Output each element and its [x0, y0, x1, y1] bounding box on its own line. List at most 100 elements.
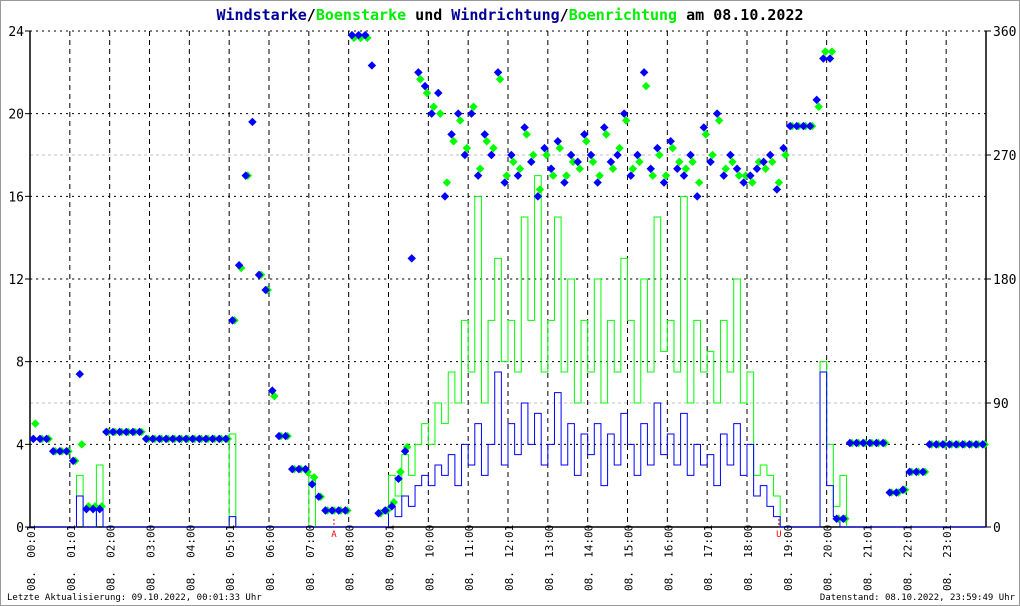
wind-direction-point — [719, 171, 729, 180]
wind-direction-point — [248, 117, 257, 127]
wind-direction-point — [712, 109, 722, 118]
gust-direction-point — [77, 440, 87, 449]
title-part: / — [560, 6, 569, 24]
gust-direction-point — [455, 116, 465, 125]
gust-direction-point — [489, 143, 498, 153]
title-part: und — [406, 6, 451, 24]
gust-direction-point — [396, 467, 405, 477]
gust-direction-point — [767, 157, 777, 167]
left-tick-label: 16 — [8, 190, 24, 205]
wind-chart: 08. 00:01 08. 01:01 08. 02:00 08. 03:00 08. … — [8, 6, 1016, 591]
x-tick-label: 08. 06:00 — [264, 525, 277, 591]
gust-direction-point — [602, 130, 611, 139]
wind-direction-point — [560, 178, 569, 187]
gust-direction-point — [628, 164, 638, 174]
x-tick-label: 08. 03:00 — [145, 525, 158, 591]
x-tick-label: 08. 18:00 — [742, 525, 755, 591]
wind-direction-point — [434, 88, 443, 98]
gust-direction-point — [442, 178, 452, 187]
right-tick-label: 180 — [993, 273, 1016, 288]
title-part: Windstarke — [216, 6, 306, 24]
gust-direction-point — [436, 109, 445, 118]
gust-direction-point — [661, 171, 671, 180]
gust-direction-point — [608, 164, 618, 174]
gust-direction-point — [482, 136, 492, 146]
gust-direction-point — [621, 116, 631, 125]
wind-direction-point — [526, 157, 536, 167]
x-tick-label: 08. 17:01 — [702, 525, 715, 591]
wind-direction-point — [75, 369, 85, 379]
gust-direction-point — [575, 164, 584, 174]
gust-direction-point — [422, 88, 432, 98]
gust-direction-point — [814, 102, 823, 112]
wind-direction-point — [639, 68, 649, 77]
gust-direction-point — [748, 178, 757, 187]
wind-direction-point — [480, 130, 490, 139]
gust-direction-point — [462, 143, 472, 153]
wind-direction-point — [513, 171, 523, 180]
title-part: am 08.10.2022 — [677, 6, 803, 24]
wind-direction-point — [414, 68, 423, 77]
gust-direction-point — [528, 150, 538, 160]
gust-direction-point — [475, 164, 485, 174]
x-tick-label: 08. 02:00 — [105, 525, 118, 591]
gust-direction-point — [701, 130, 711, 139]
title-part: Boenstarke — [316, 6, 406, 24]
wind-direction-point — [812, 95, 821, 105]
x-tick-label: 08. 16:00 — [662, 525, 675, 591]
x-tick-label: 08. 04:00 — [184, 525, 197, 591]
wind-direction-point — [440, 192, 450, 201]
last-update-text: Letzte Aktualisierung: 09.10.2022, 00:01… — [7, 593, 262, 603]
gust-direction-point — [681, 164, 691, 174]
title-part: / — [307, 6, 316, 24]
x-tick-label: 08. 22:01 — [901, 525, 914, 591]
title-part: Boenrichtung — [569, 6, 677, 24]
x-tick-label: 08. 13:00 — [543, 525, 556, 591]
x-tick-label: 08. 00:01 — [25, 525, 38, 591]
wind-direction-point — [520, 123, 529, 132]
gust-direction-point — [502, 171, 511, 180]
gust-direction-point — [449, 136, 458, 146]
wind-direction-point — [633, 150, 642, 160]
gust-direction-point — [675, 157, 684, 167]
left-tick-label: 0 — [16, 521, 24, 536]
x-tick-label: 08. 10:00 — [423, 525, 436, 591]
wind-direction-point — [487, 150, 496, 160]
gust-direction-point — [548, 171, 558, 180]
wind-direction-point — [752, 164, 762, 174]
gust-direction-point — [728, 157, 737, 167]
gust-direction-point — [31, 419, 40, 428]
gust-direction-point — [615, 143, 624, 153]
gust-direction-point — [694, 178, 704, 187]
x-tick-label: 08. 20:00 — [822, 525, 835, 591]
sun-marker-label: A — [331, 530, 337, 540]
left-tick-label: 8 — [16, 356, 24, 371]
wind-direction-point — [759, 157, 768, 167]
wind-direction-point — [686, 150, 695, 160]
x-tick-label: 08. 01:01 — [65, 525, 78, 591]
wind-direction-point — [772, 185, 782, 194]
gust-direction-point — [761, 164, 770, 174]
wind-direction-point — [447, 130, 456, 139]
gust-direction-point — [708, 150, 717, 160]
wind-direction-point — [453, 109, 463, 118]
wind-direction-point — [673, 164, 682, 174]
x-tick-label: 08. 12:01 — [503, 525, 516, 591]
wind-direction-point — [566, 150, 576, 160]
wind-direction-point — [653, 143, 662, 153]
axis-labels: 08. 00:01 08. 01:01 08. 02:00 08. 03:00 08. … — [8, 25, 1016, 591]
title-part: Windrichtung — [451, 6, 559, 24]
gust-direction-point — [309, 473, 319, 482]
wind-direction-point — [679, 171, 689, 180]
x-tick-label: 08. 15:00 — [623, 525, 636, 591]
left-tick-label: 12 — [8, 273, 24, 288]
gust-direction-point — [562, 171, 571, 180]
gust-direction-point — [774, 178, 784, 187]
gust-direction-point — [827, 47, 837, 56]
wind-direction-point — [606, 157, 616, 167]
gust-direction-point — [429, 102, 438, 112]
wind-direction-point — [732, 164, 742, 174]
chart-window: 08. 00:01 08. 01:01 08. 02:00 08. 03:00 08. … — [0, 0, 1020, 606]
wind-direction-point — [613, 150, 622, 160]
gust-direction-point — [495, 74, 505, 84]
